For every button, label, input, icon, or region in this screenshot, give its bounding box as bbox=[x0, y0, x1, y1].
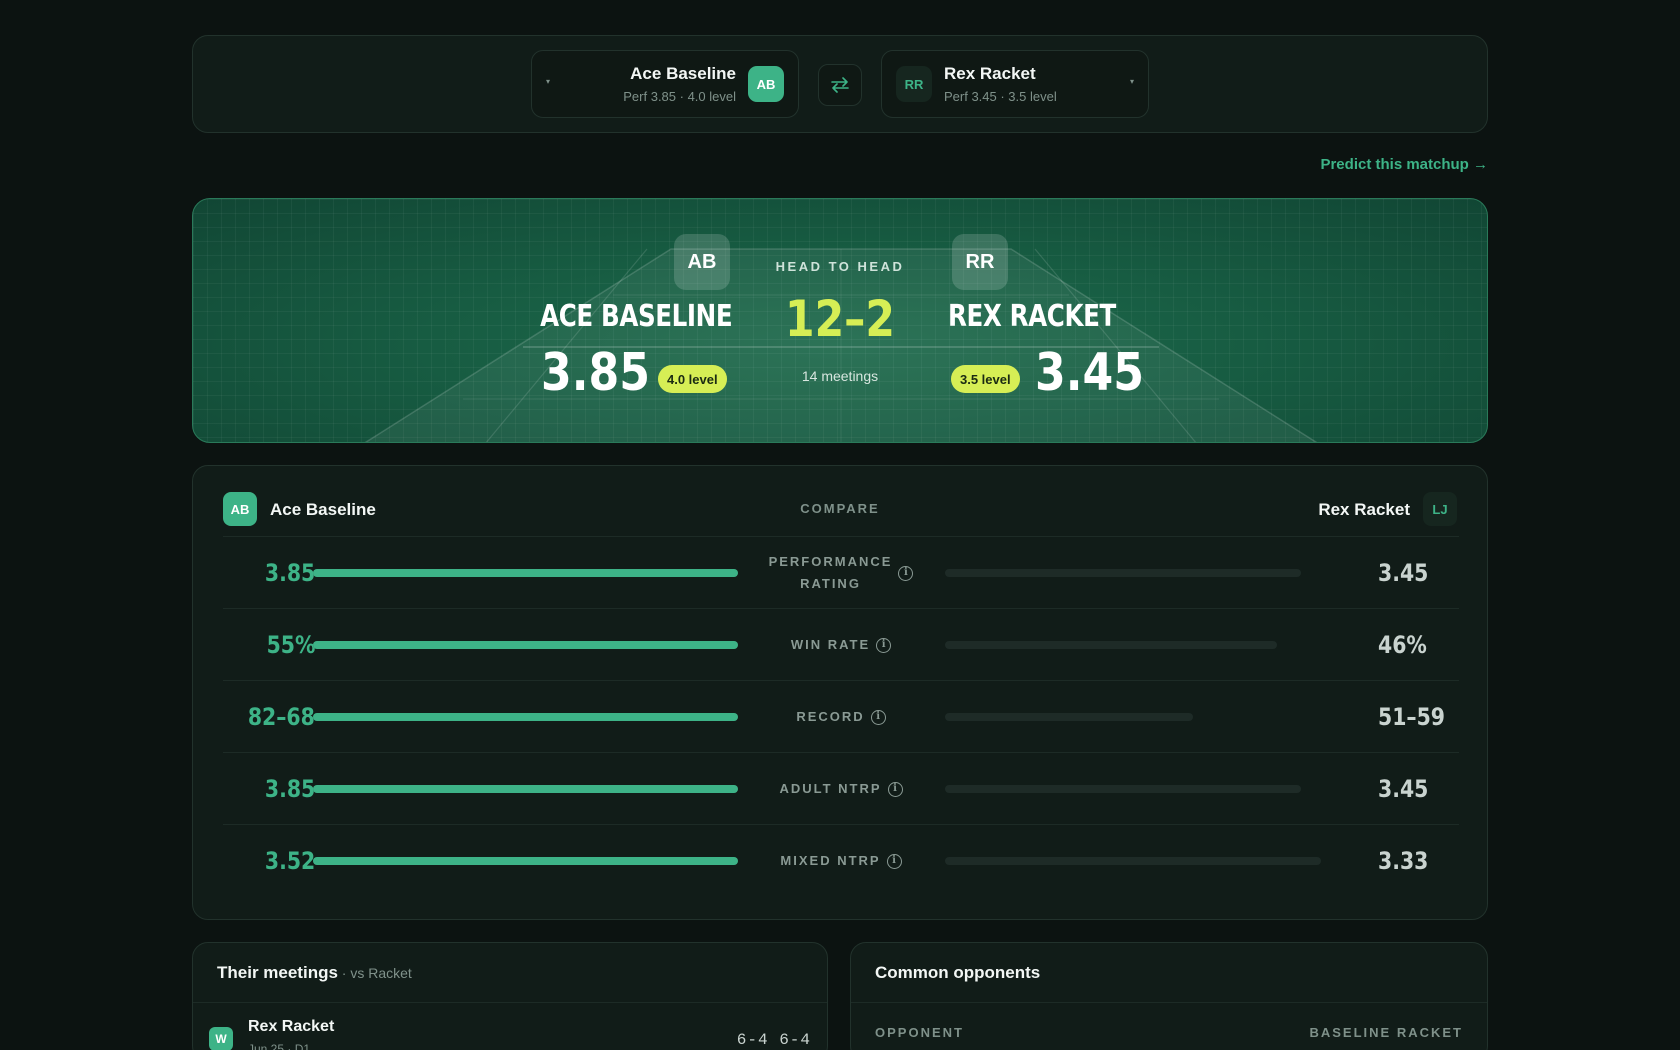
metric-name-line: ADULT NTRP bbox=[779, 781, 882, 796]
compare-right-name: Rex Racket bbox=[1318, 500, 1410, 519]
compare-row: 82–68 RECORD i 51–59 bbox=[223, 680, 1459, 752]
metric-name: MIXED NTRP bbox=[780, 850, 880, 872]
compare-panel: AB Ace Baseline COMPARE Rex Racket LJ 3.… bbox=[192, 465, 1488, 920]
info-icon[interactable]: i bbox=[886, 853, 902, 869]
meeting-score: 6-4 6-4 bbox=[736, 1031, 811, 1049]
head-to-head-label: HEAD TO HEAD bbox=[775, 259, 905, 274]
avatar: LJ bbox=[1423, 492, 1457, 526]
metric-name-line: RATING bbox=[800, 576, 861, 591]
meetings-subtitle: · vs Racket bbox=[337, 965, 412, 981]
right-player-sub: Perf 3.45 · 3.5 level bbox=[944, 89, 1057, 104]
compare-metric-label: ADULT NTRP i bbox=[761, 753, 921, 825]
compare-left-bar-fill bbox=[313, 569, 738, 577]
compare-right-bar-fill bbox=[945, 569, 1301, 577]
left-player-sub: Perf 3.85 · 4.0 level bbox=[623, 89, 736, 104]
right-player-name: Rex Racket bbox=[944, 64, 1036, 83]
compare-right-value: 3.33 bbox=[1378, 847, 1429, 875]
compare-right-bar bbox=[945, 785, 1345, 793]
compare-right-value: 3.45 bbox=[1378, 775, 1429, 803]
compare-right-bar bbox=[945, 641, 1345, 649]
divider bbox=[193, 1002, 827, 1003]
compare-right-value: 51–59 bbox=[1378, 703, 1445, 731]
right-player-select[interactable]: RR Rex Racket Perf 3.45 · 3.5 level ▾ bbox=[881, 50, 1149, 118]
metric-name: PERFORMANCE RATING bbox=[769, 551, 893, 595]
head-to-head-score: 12–2 bbox=[785, 290, 895, 348]
player-selector-bar: ▾ Ace Baseline Perf 3.85 · 4.0 level AB … bbox=[192, 35, 1488, 133]
common-opponents-panel: Common opponents OPPONENT BASELINE RACKE… bbox=[850, 942, 1488, 1050]
divider bbox=[851, 1002, 1487, 1003]
metric-name-line: RECORD bbox=[796, 709, 865, 724]
compare-row: 55% WIN RATE i 46% bbox=[223, 608, 1459, 680]
meeting-date: Jun 25 · D1 bbox=[248, 1042, 311, 1050]
compare-left-value: 3.52 bbox=[264, 847, 315, 875]
compare-right-bar bbox=[945, 857, 1345, 865]
swap-arrows-icon bbox=[831, 77, 849, 93]
meetings-panel: Their meetings · vs Racket W Rex Racket … bbox=[192, 942, 828, 1050]
meetings-title-text: Their meetings bbox=[217, 963, 338, 982]
compare-right-bar-fill bbox=[945, 785, 1301, 793]
predict-matchup-link[interactable]: Predict this matchup → bbox=[1320, 156, 1488, 173]
info-icon[interactable]: i bbox=[876, 637, 892, 653]
left-player-name: Ace Baseline bbox=[630, 64, 736, 83]
avatar: RR bbox=[896, 66, 932, 102]
column-header-opponent[interactable]: OPPONENT bbox=[875, 1025, 964, 1040]
compare-left-bar-fill bbox=[313, 713, 738, 721]
meeting-opponent[interactable]: Rex Racket bbox=[248, 1018, 334, 1036]
compare-right-bar-fill bbox=[945, 713, 1193, 721]
compare-left-bar bbox=[313, 569, 738, 577]
compare-title: COMPARE bbox=[800, 501, 880, 516]
compare-metric-label: MIXED NTRP i bbox=[761, 825, 921, 897]
meetings-count: 14 meetings bbox=[801, 368, 879, 384]
compare-left-bar bbox=[313, 785, 738, 793]
compare-left-bar bbox=[313, 713, 738, 721]
chevron-down-icon: ▾ bbox=[546, 77, 551, 86]
compare-metric-label: PERFORMANCE RATING i bbox=[761, 537, 921, 609]
metric-name: RECORD bbox=[796, 706, 864, 728]
compare-right-bar-fill bbox=[945, 641, 1277, 649]
avatar: AB bbox=[748, 66, 784, 102]
left-player-select[interactable]: ▾ Ace Baseline Perf 3.85 · 4.0 level AB bbox=[531, 50, 799, 118]
metric-name-line: WIN RATE bbox=[790, 637, 871, 652]
compare-row: 3.52 MIXED NTRP i 3.33 bbox=[223, 824, 1459, 896]
compare-left-value: 3.85 bbox=[264, 559, 315, 587]
compare-row: 3.85 PERFORMANCE RATING i 3.45 bbox=[223, 536, 1459, 608]
compare-left-value: 3.85 bbox=[264, 775, 315, 803]
compare-left-value: 55% bbox=[266, 631, 315, 659]
chevron-down-icon: ▾ bbox=[1129, 77, 1134, 86]
swap-players-button[interactable] bbox=[818, 64, 862, 106]
compare-left-bar-fill bbox=[313, 641, 738, 649]
compare-left-bar bbox=[313, 857, 738, 865]
meetings-title: Their meetings · vs Racket bbox=[217, 963, 412, 983]
metric-name: WIN RATE bbox=[791, 634, 870, 656]
compare-right-value: 3.45 bbox=[1378, 559, 1429, 587]
compare-right-bar bbox=[945, 569, 1345, 577]
compare-left-bar-fill bbox=[313, 785, 738, 793]
compare-right-value: 46% bbox=[1378, 631, 1427, 659]
metric-name: ADULT NTRP bbox=[779, 778, 881, 800]
common-opponents-title: Common opponents bbox=[875, 963, 1041, 982]
compare-row: 3.85 ADULT NTRP i 3.45 bbox=[223, 752, 1459, 824]
win-badge: W bbox=[209, 1027, 233, 1050]
compare-metric-label: RECORD i bbox=[761, 681, 921, 753]
compare-right-bar-fill bbox=[945, 857, 1321, 865]
compare-metric-label: WIN RATE i bbox=[761, 609, 921, 681]
head-to-head-hero: AB RR ACE BASELINE REX RACKET 3.85 4.0 l… bbox=[192, 198, 1488, 443]
info-icon[interactable]: i bbox=[870, 709, 886, 725]
metric-name-line: MIXED NTRP bbox=[780, 853, 881, 868]
compare-right-bar bbox=[945, 713, 1345, 721]
column-header-players[interactable]: BASELINE RACKET bbox=[1309, 1025, 1463, 1040]
info-icon[interactable]: i bbox=[898, 565, 914, 581]
info-icon[interactable]: i bbox=[887, 781, 903, 797]
compare-left-value: 82–68 bbox=[248, 703, 315, 731]
compare-left-bar bbox=[313, 641, 738, 649]
compare-left-bar-fill bbox=[313, 857, 738, 865]
metric-name-line: PERFORMANCE bbox=[768, 554, 893, 569]
